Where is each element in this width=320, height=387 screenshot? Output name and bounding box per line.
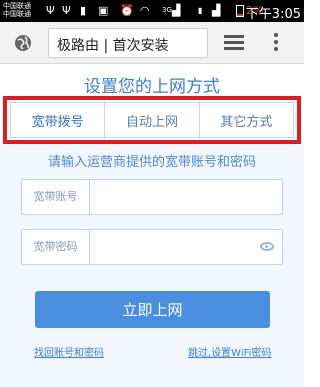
tabs-icon[interactable]: [224, 35, 244, 51]
url-text: 极路由 | 首次安装: [57, 38, 169, 54]
show-password-eye-icon[interactable]: [260, 242, 274, 251]
password-field: 宽带密码: [21, 229, 283, 265]
clock-time: 下午3:05: [245, 7, 301, 22]
notification-icon: ▮: [80, 4, 87, 17]
skip-setup-link[interactable]: 跳过,设置WiFi密码: [188, 344, 271, 359]
overflow-menu-icon[interactable]: [273, 33, 279, 53]
carrier-2: 中国联通: [3, 10, 31, 18]
tab-pppoe[interactable]: 宽带拨号: [11, 103, 106, 137]
usb-icon: Ψ: [62, 4, 71, 17]
recover-account-link[interactable]: 找回账号和密码: [34, 344, 104, 359]
carrier-labels: 中国联通 中国联通: [3, 2, 31, 18]
connect-button[interactable]: 立即上网: [35, 291, 270, 328]
signal-icon: ▟: [172, 4, 181, 17]
browser-toolbar: 极路由 | 首次安装: [0, 22, 304, 64]
account-label: 宽带账号: [22, 180, 90, 214]
account-input[interactable]: [91, 180, 261, 214]
wifi-icon: ◠: [140, 4, 150, 17]
url-bar[interactable]: 极路由 | 首次安装: [48, 28, 208, 58]
alarm-icon: ⏰: [120, 4, 134, 17]
password-input[interactable]: [91, 230, 261, 264]
account-field: 宽带账号: [21, 179, 283, 215]
battery-icon: [236, 5, 244, 17]
globe-icon[interactable]: [14, 34, 32, 52]
signal-icon: ▟: [212, 4, 221, 17]
usb-icon: Ψ: [46, 4, 55, 17]
screenshot-icon: ▣: [98, 4, 109, 17]
page-title: 设置您的上网方式: [84, 77, 220, 97]
password-label: 宽带密码: [22, 230, 90, 264]
carrier-1: 中国联通: [3, 2, 31, 10]
form-prompt: 请输入运营商提供的宽带账号和密码: [47, 155, 256, 170]
form-area: 请输入运营商提供的宽带账号和密码 宽带账号 宽带密码 立即上网 找回账号和密码 …: [0, 144, 304, 387]
network-type-label: 3G: [162, 6, 172, 14]
tab-other[interactable]: 其它方式: [200, 103, 293, 137]
status-bar: 中国联通 中国联通 Ψ Ψ ▮ ▣ ⏰ ◠ 3G ▟ ▮ ▟ 2% 下午3:05: [0, 0, 304, 22]
connection-type-tabs: 宽带拨号 自动上网 其它方式: [10, 102, 294, 138]
tab-dhcp[interactable]: 自动上网: [105, 103, 200, 137]
signal-icon: ▮: [198, 6, 203, 15]
